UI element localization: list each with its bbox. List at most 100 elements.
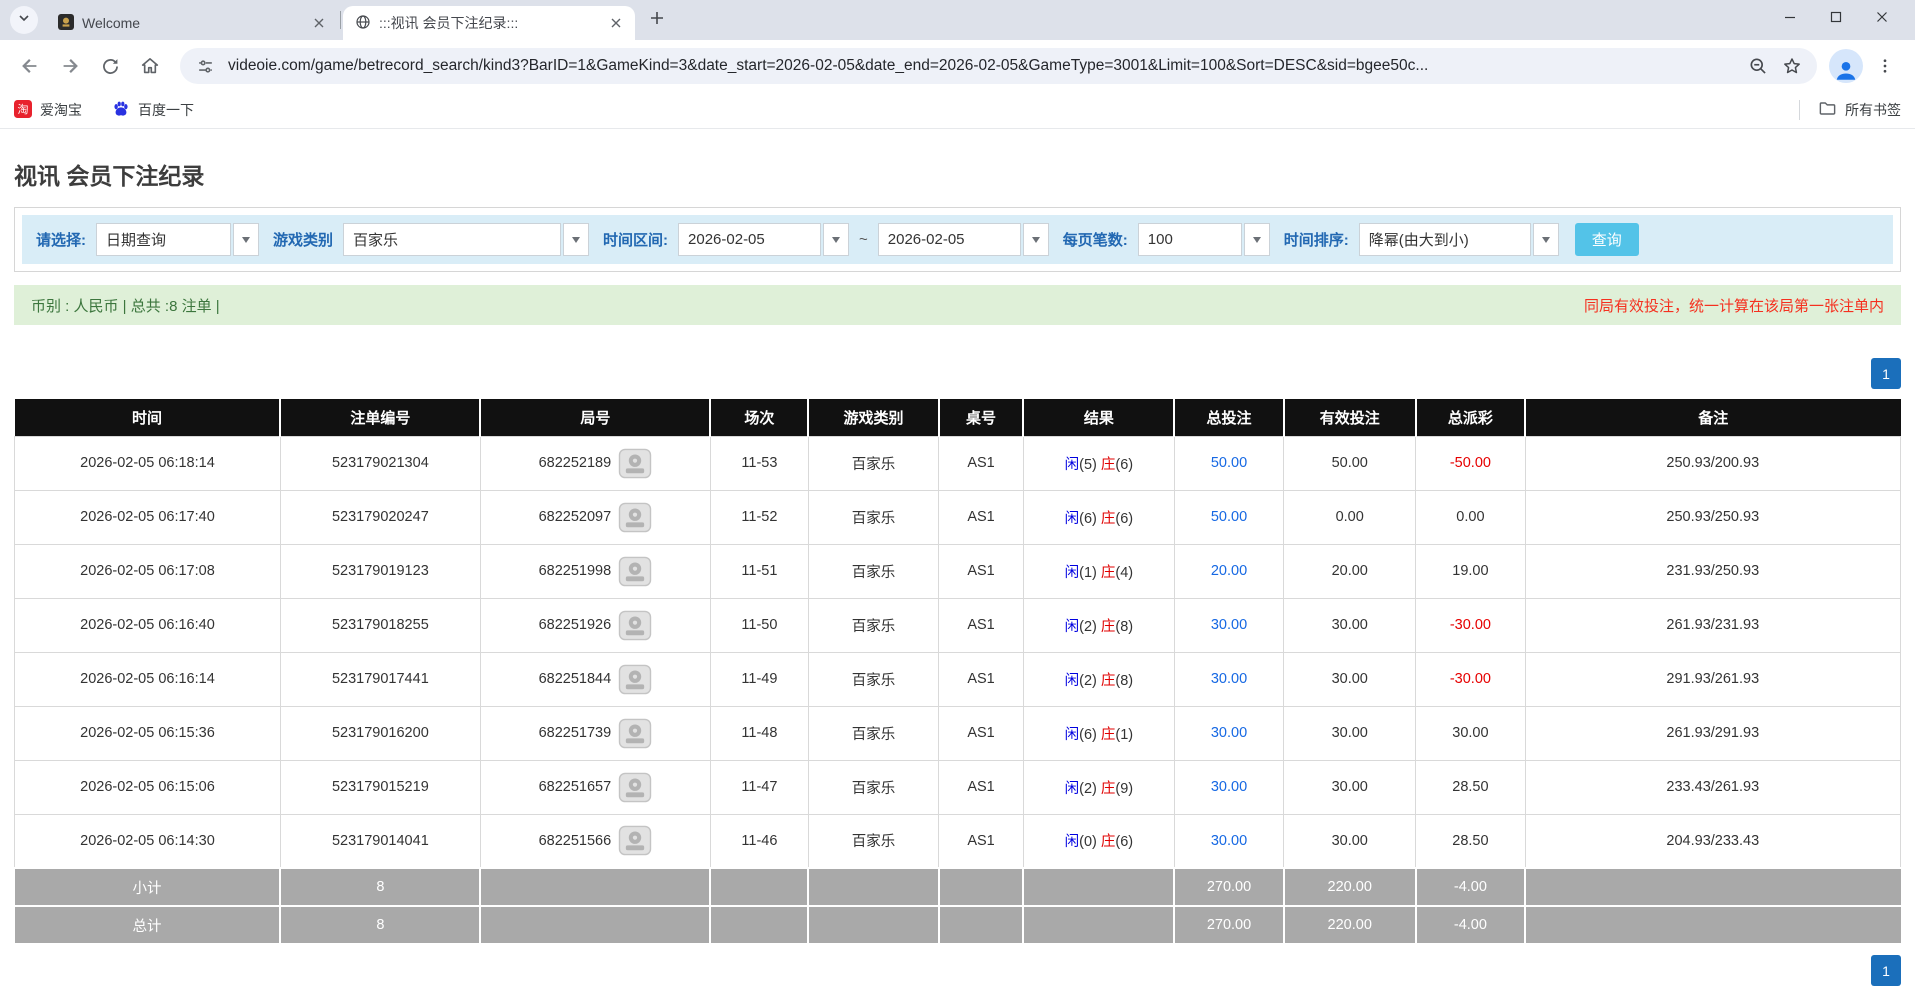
summary-payout: -4.00 [1416,868,1525,906]
date-start-select[interactable]: 2026-02-05 [678,223,849,256]
dropdown-arrow-icon[interactable] [1023,223,1049,256]
video-replay-button[interactable] [618,502,652,533]
address-bar[interactable]: videoie.com/game/betrecord_search/kind3?… [180,48,1817,84]
tab-close-icon[interactable] [607,14,625,32]
table-row: 2026-02-05 06:15:06523179015219682251657… [15,760,1901,814]
table-row: 2026-02-05 06:17:08523179019123682251998… [15,544,1901,598]
site-settings-tune-icon[interactable] [194,55,216,77]
cell-bet-id: 523179015219 [280,760,480,814]
page-size-select[interactable]: 100 [1138,223,1270,256]
video-replay-button[interactable] [618,448,652,479]
game-kind-label: 游戏类别 [273,229,333,250]
url-text[interactable]: videoie.com/game/betrecord_search/kind3?… [228,57,1735,75]
cell-table-no: AS1 [939,490,1024,544]
result-banker: 庄 [1101,619,1116,635]
welcome-favicon-icon [58,14,74,33]
tab-title: Welcome [82,15,302,31]
dropdown-arrow-icon[interactable] [563,223,589,256]
table-row: 2026-02-05 06:15:36523179016200682251739… [15,706,1901,760]
all-bookmarks-label: 所有书签 [1845,100,1901,120]
new-tab-button[interactable] [643,6,671,34]
table-footer: 小计8270.00220.00-4.00总计8270.00220.00-4.00 [15,868,1901,944]
bookmarks-divider [1799,100,1800,120]
result-count: (8) [1115,619,1133,635]
result-count: (1) [1115,727,1133,743]
video-replay-button[interactable] [618,664,652,695]
cell-total-bet: 30.00 [1174,706,1283,760]
cell-result: 闲(2) 庄(8) [1023,652,1174,706]
summary-empty [480,906,710,944]
cell-session: 11-52 [710,490,808,544]
window-minimize-button[interactable] [1767,0,1813,34]
cell-session: 11-53 [710,436,808,490]
cell-table-no: AS1 [939,652,1024,706]
cell-time: 2026-02-05 06:16:14 [15,652,281,706]
video-replay-button[interactable] [618,556,652,587]
bookmark-star-icon[interactable] [1781,55,1803,77]
summary-payout: -4.00 [1416,906,1525,944]
cell-bet-id: 523179020247 [280,490,480,544]
tab-welcome[interactable]: Welcome [46,6,338,40]
summary-empty [1525,906,1900,944]
page-1-button[interactable]: 1 [1871,358,1901,389]
cell-payout: 28.50 [1416,760,1525,814]
forward-button[interactable] [52,48,88,84]
cell-total-bet: 20.00 [1174,544,1283,598]
cell-remark: 233.43/261.93 [1525,760,1900,814]
dropdown-arrow-icon[interactable] [1533,223,1559,256]
query-type-value: 日期查询 [96,223,231,256]
tab-search-button[interactable] [10,6,38,34]
back-button[interactable] [12,48,48,84]
video-replay-button[interactable] [618,825,652,856]
home-button[interactable] [132,48,168,84]
bookmark-taobao[interactable]: 淘 爱淘宝 [14,100,82,121]
summary-label: 小计 [15,868,281,906]
video-replay-button[interactable] [618,718,652,749]
cell-session: 11-48 [710,706,808,760]
cell-game-kind: 百家乐 [808,652,938,706]
page-size-label: 每页笔数: [1063,229,1128,250]
result-count: (6) [1115,457,1133,473]
video-replay-button[interactable] [618,772,652,803]
cell-round: 682252189 [480,436,710,490]
chevron-down-icon [18,11,30,29]
date-end-select[interactable]: 2026-02-05 [878,223,1049,256]
dropdown-arrow-icon[interactable] [1244,223,1270,256]
cell-payout: 28.50 [1416,814,1525,868]
result-banker: 庄 [1101,457,1116,473]
browser-menu-button[interactable] [1867,48,1903,84]
tab-close-icon[interactable] [310,14,328,32]
zoom-out-icon[interactable] [1747,55,1769,77]
dropdown-arrow-icon[interactable] [233,223,259,256]
dropdown-arrow-icon[interactable] [823,223,849,256]
all-bookmarks-button[interactable]: 所有书签 [1799,99,1901,121]
game-kind-value: 百家乐 [343,223,561,256]
table-row: 2026-02-05 06:16:14523179017441682251844… [15,652,1901,706]
reload-button[interactable] [92,48,128,84]
search-button[interactable]: 查询 [1575,223,1639,256]
cell-round: 682251657 [480,760,710,814]
window-maximize-button[interactable] [1813,0,1859,34]
query-type-select[interactable]: 日期查询 [96,223,259,256]
page-1-button[interactable]: 1 [1871,955,1901,986]
summary-empty [808,868,938,906]
result-banker: 庄 [1101,673,1116,689]
filter-panel: 请选择: 日期查询 游戏类别 百家乐 时间区间: 2026-02-05 ~ 20… [14,207,1901,272]
cell-table-no: AS1 [939,760,1024,814]
result-count: (4) [1115,565,1133,581]
summary-empty [1023,868,1174,906]
svg-text:淘: 淘 [18,103,29,116]
cell-round: 682251926 [480,598,710,652]
cell-total-bet: 30.00 [1174,652,1283,706]
sort-select[interactable]: 降幂(由大到小) [1359,223,1559,256]
cell-bet-id: 523179018255 [280,598,480,652]
cell-round: 682251739 [480,706,710,760]
window-close-button[interactable] [1859,0,1905,34]
video-replay-button[interactable] [618,610,652,641]
profile-avatar[interactable] [1829,49,1863,83]
tab-bet-record[interactable]: :::视讯 会员下注纪录::: [343,6,635,40]
bookmark-baidu[interactable]: 百度一下 [112,100,194,121]
cell-valid-bet: 50.00 [1284,436,1416,490]
game-kind-select[interactable]: 百家乐 [343,223,589,256]
page-content: 视讯 会员下注纪录 请选择: 日期查询 游戏类别 百家乐 时间区间: 2026-… [0,157,1915,986]
